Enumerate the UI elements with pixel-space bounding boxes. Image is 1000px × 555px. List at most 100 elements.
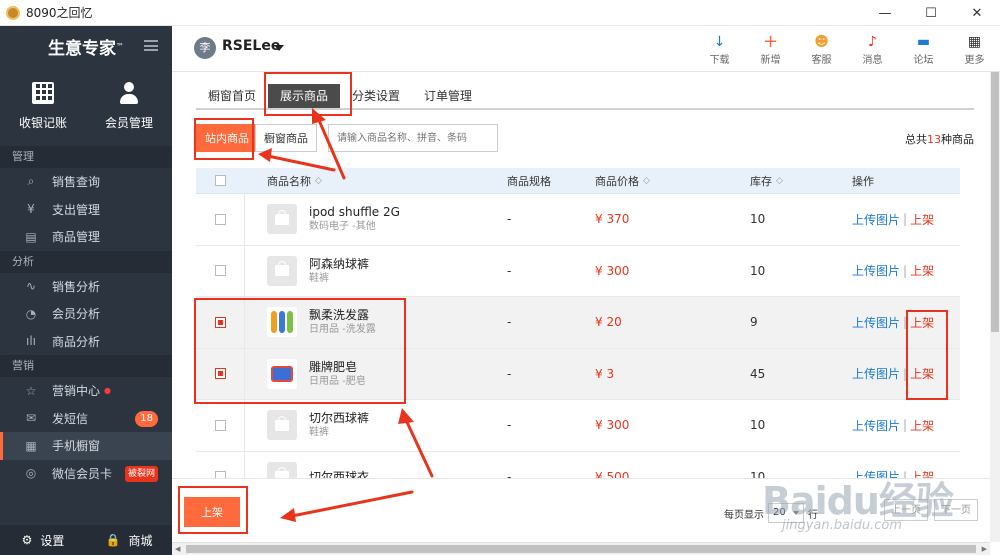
- maximize-icon[interactable]: ☐: [908, 0, 954, 26]
- prev-page-button[interactable]: 上一页: [884, 499, 928, 521]
- tab-order-management[interactable]: 订单管理: [412, 84, 484, 108]
- checkbox-cell: [196, 297, 245, 348]
- window-goods-button[interactable]: 橱窗商品: [255, 124, 317, 152]
- next-page-button[interactable]: 下一页: [934, 499, 978, 521]
- sidebar-item-sales-analysis[interactable]: ∿ 销售分析: [0, 273, 172, 301]
- vertical-scrollbar[interactable]: [990, 72, 1000, 542]
- window-controls: — ☐ ✕: [862, 0, 1000, 26]
- upload-image-link[interactable]: 上传图片: [852, 417, 900, 434]
- sidebar-item-mobile-window[interactable]: ▦ 手机橱窗: [0, 432, 172, 460]
- shopping-bag-icon: [275, 415, 289, 431]
- row-checkbox[interactable]: [214, 265, 226, 277]
- shelf-link[interactable]: 上架: [910, 314, 934, 331]
- scrollbar-thumb[interactable]: [186, 545, 976, 553]
- sort-icon: ◇: [776, 175, 783, 186]
- count-badge: 18: [135, 410, 158, 427]
- quick-buttons: 收银记账 会员管理: [0, 66, 172, 146]
- app-icon: [6, 5, 20, 20]
- shelf-link[interactable]: 上架: [910, 211, 934, 228]
- stock-cell: 10: [750, 212, 766, 227]
- select-all-checkbox[interactable]: [215, 175, 226, 186]
- download-button[interactable]: ↓ 下载: [694, 26, 745, 72]
- sidebar-item-member-analysis[interactable]: ◔ 会员分析: [0, 300, 172, 328]
- shelf-link[interactable]: 上架: [910, 262, 934, 279]
- spec-cell: -: [507, 418, 512, 433]
- table-row[interactable]: 雕牌肥皂 日用品 -肥皂 - ¥ 3 45 上传图片 | 上架: [196, 348, 960, 400]
- bottle-shape: [271, 311, 277, 334]
- product-category: 日用品 -肥皂: [309, 375, 366, 387]
- header-name[interactable]: 商品名称 ◇: [245, 168, 507, 193]
- shelf-link[interactable]: 上架: [910, 365, 934, 382]
- tab-display-goods[interactable]: 展示商品: [268, 84, 341, 108]
- settings-label: 设置: [40, 533, 65, 548]
- row-checkbox[interactable]: [214, 419, 226, 431]
- per-page-control: 每页显示 20 行: [724, 503, 818, 523]
- ops-cell: 上传图片|上架: [852, 417, 960, 434]
- member-management-button[interactable]: 会员管理: [86, 66, 172, 146]
- menu-icon[interactable]: [144, 40, 158, 51]
- header-price[interactable]: 商品价格 ◇: [595, 173, 750, 189]
- scrollbar-thumb[interactable]: [991, 72, 999, 332]
- sidebar-item-sales-query[interactable]: ⌕ 销售查询: [0, 168, 172, 196]
- table-row[interactable]: 阿森纳球裤 鞋裤 - ¥ 300 10 上传图片 | 上架: [196, 245, 960, 297]
- search-input[interactable]: [328, 124, 498, 152]
- ops-cell: 上传图片|上架: [852, 314, 960, 331]
- upload-image-link[interactable]: 上传图片: [852, 262, 900, 279]
- sidebar-item-goods-analysis[interactable]: ılı 商品分析: [0, 328, 172, 356]
- username[interactable]: RSELee: [222, 38, 280, 54]
- in-store-goods-button[interactable]: 站内商品: [196, 124, 258, 152]
- yen-icon: ¥: [27, 202, 35, 217]
- scroll-right-icon[interactable]: ▶: [982, 545, 987, 553]
- tab-category-settings[interactable]: 分类设置: [340, 84, 412, 108]
- per-page-select[interactable]: 20: [768, 503, 804, 523]
- tab-bar: 橱窗首页 展示商品 分类设置 订单管理: [196, 84, 974, 110]
- brand-mark: ™: [116, 41, 124, 51]
- sidebar-item-label: 营销中心: [52, 384, 101, 399]
- avatar[interactable]: 李: [194, 37, 216, 59]
- mall-button[interactable]: 🔒 商城: [86, 532, 172, 549]
- horizontal-scrollbar[interactable]: ◀ ▶: [172, 542, 990, 555]
- upload-image-link[interactable]: 上传图片: [852, 211, 900, 228]
- table-row[interactable]: 飘柔洗发露 日用品 -洗发露 - ¥ 20 9 上传图片 | 上架: [196, 297, 960, 349]
- row-checkbox[interactable]: [214, 368, 226, 380]
- product-thumbnail: [267, 410, 297, 441]
- ops-cell: 上传图片|上架: [852, 211, 960, 228]
- divider: |: [903, 263, 908, 278]
- header-stock[interactable]: 库存 ◇: [750, 173, 852, 189]
- shelf-button[interactable]: 上架: [184, 497, 240, 527]
- notification-dot: ●: [104, 386, 111, 396]
- add-button[interactable]: + 新增: [745, 26, 796, 72]
- total-prefix: 总共: [905, 133, 927, 146]
- tab-window-home[interactable]: 橱窗首页: [196, 84, 268, 108]
- sidebar-item-sms[interactable]: ✉ 发短信 18: [0, 405, 172, 433]
- sidebar-item-wechat-card[interactable]: ◎ 微信会员卡 被裂网: [0, 460, 172, 488]
- sidebar-item-goods[interactable]: ▤ 商品管理: [0, 223, 172, 251]
- minimize-icon[interactable]: —: [862, 0, 908, 26]
- row-checkbox[interactable]: [214, 316, 226, 328]
- close-icon[interactable]: ✕: [954, 0, 1000, 26]
- checkbox-cell: [196, 245, 245, 296]
- chevron-down-icon[interactable]: [274, 45, 284, 51]
- product-category: 日用品 -洗发露: [309, 324, 376, 336]
- status-badge: 被裂网: [124, 465, 158, 482]
- sidebar-item-marketing-center[interactable]: ☆ 营销中心 ●: [0, 377, 172, 405]
- table-row[interactable]: ipod shuffle 2G 数码电子 -其他 - ¥ 370 10 上传图片 | 上架: [196, 194, 960, 246]
- message-button[interactable]: ♪ 消息: [847, 26, 898, 72]
- service-button[interactable]: ☻ 客服: [796, 26, 847, 72]
- settings-button[interactable]: ⚙ 设置: [0, 532, 86, 549]
- row-checkbox[interactable]: [214, 213, 226, 225]
- shelf-link[interactable]: 上架: [910, 417, 934, 434]
- service-label: 客服: [811, 54, 832, 66]
- upload-image-link[interactable]: 上传图片: [852, 314, 900, 331]
- scroll-left-icon[interactable]: ◀: [175, 545, 180, 553]
- lock-icon: 🔒: [105, 533, 121, 547]
- more-button[interactable]: ▦ 更多: [949, 26, 1000, 72]
- trend-icon: ∿: [25, 279, 37, 294]
- upload-image-link[interactable]: 上传图片: [852, 365, 900, 382]
- table-row[interactable]: 切尔西球裤 鞋裤 - ¥ 300 10 上传图片 | 上架: [196, 400, 960, 452]
- table-header: 商品名称 ◇ 商品规格 商品价格 ◇ 库存 ◇ 操作: [196, 168, 960, 194]
- product-category: 鞋裤: [309, 427, 329, 439]
- cashier-button[interactable]: 收银记账: [0, 66, 86, 146]
- sidebar-item-expense[interactable]: ¥ 支出管理: [0, 196, 172, 224]
- forum-button[interactable]: ▬ 论坛: [898, 26, 949, 72]
